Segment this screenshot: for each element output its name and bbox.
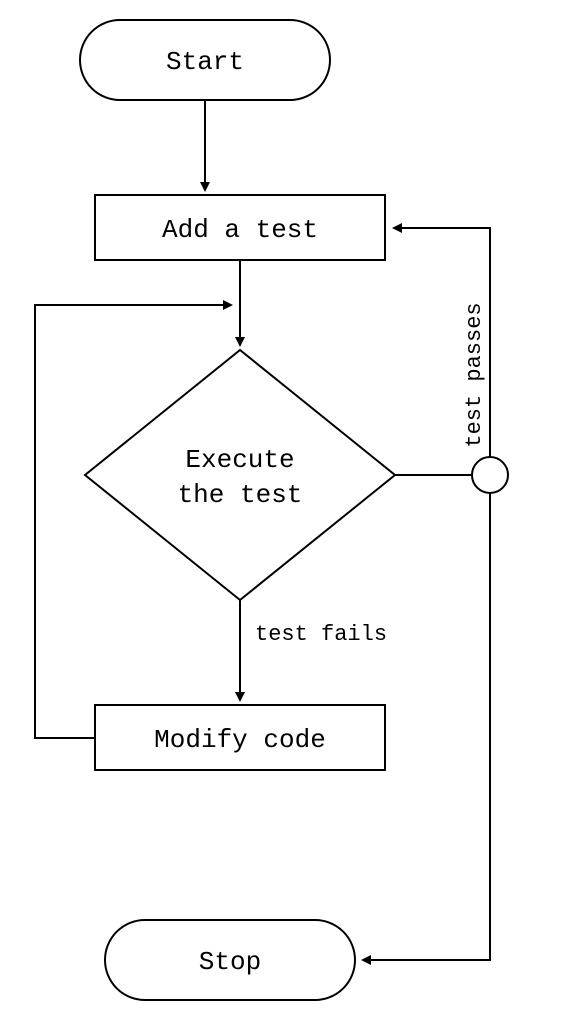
junction-circle [472,457,508,493]
flowchart: Start Add a test Execute the test test f… [0,0,570,1028]
fail-label: test fails [255,622,387,647]
stop-label: Stop [199,947,261,977]
execute-label-1: Execute [185,445,294,475]
add-test-label: Add a test [162,215,318,245]
pass-label: test passes [462,302,487,447]
start-label: Start [166,47,244,77]
execute-label-2: the test [178,480,303,510]
modify-label: Modify code [154,725,326,755]
execute-node [85,350,395,600]
